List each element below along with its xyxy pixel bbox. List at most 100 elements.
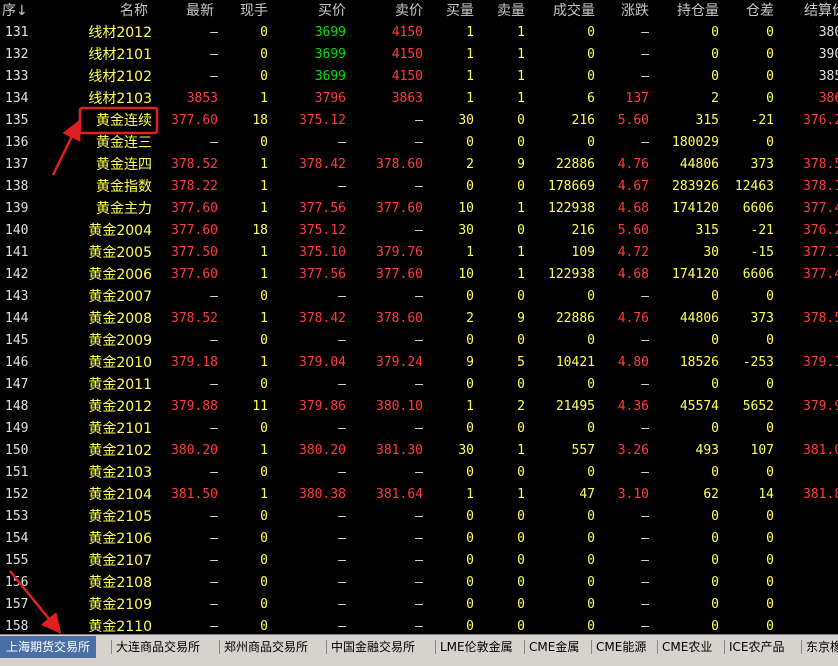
table-row[interactable]: 145黄金2009—0——000—00— — [0, 330, 838, 352]
row-seq: 134 — [5, 91, 29, 106]
header-oi-diff[interactable]: 仓差 — [719, 0, 774, 22]
row-change: 5.60 — [617, 113, 649, 128]
table-row[interactable]: 138 黄金指数 378.22 1 — — 0 0 178669 4.67 283926 12463 3… — [0, 176, 838, 198]
table-row[interactable]: 148 黄金2012 379.88 11 379.86 380.10 1 2 21495 4.36… — [0, 396, 838, 418]
row-oi-diff: 0 — [766, 619, 774, 634]
table-row[interactable]: 136黄金连三—0——000—1800290— — [0, 132, 838, 154]
header-ask[interactable]: 卖价 — [346, 0, 423, 22]
header-bid[interactable]: 买价 — [268, 0, 346, 22]
row-settle: 3864 — [818, 91, 838, 106]
header-name[interactable]: 名称 — [80, 0, 148, 22]
row-ask-qty: 1 — [517, 47, 525, 62]
table-row[interactable]: 143黄金2007—0——000—00— — [0, 286, 838, 308]
row-name: 黄金指数 — [96, 179, 152, 195]
exchange-tab-7[interactable]: CME能源 — [596, 637, 646, 657]
row-cur: 18 — [252, 223, 268, 238]
row-bid-qty: 1 — [466, 47, 474, 62]
header-change[interactable]: 涨跌 — [595, 0, 649, 22]
header-cur[interactable]: 现手 — [218, 0, 268, 22]
table-row[interactable]: 147黄金2011—0——000—00— — [0, 374, 838, 396]
row-ask-qty: 1 — [517, 69, 525, 84]
exchange-tab-2[interactable]: 大连商品交易所 — [116, 637, 200, 657]
row-change: — — [641, 333, 649, 348]
row-ask: 379.76 — [376, 245, 423, 260]
row-bid-qty: 1 — [466, 245, 474, 260]
row-last: — — [210, 289, 218, 304]
table-row[interactable]: 134 线材2103 3853 1 3796 3863 1 1 6 137 2 0 3864 — [0, 88, 838, 110]
row-bid: — — [338, 597, 346, 612]
table-row[interactable]: 139 黄金主力 377.60 1 377.56 377.60 10 1 122938 4.68 1… — [0, 198, 838, 220]
table-row[interactable]: 151黄金2103—0——000—00— — [0, 462, 838, 484]
row-cur: 0 — [260, 421, 268, 436]
table-row[interactable]: 158黄金2110—0——000—00— — [0, 616, 838, 634]
exchange-tab-4[interactable]: 中国金融交易所 — [331, 637, 415, 657]
row-cur: 1 — [260, 487, 268, 502]
row-cur: 0 — [260, 553, 268, 568]
row-name: 黄金2004 — [88, 223, 152, 239]
header-bid-qty[interactable]: 买量 — [423, 0, 474, 22]
row-oi-diff: 373 — [750, 157, 774, 172]
row-oi: 44806 — [679, 157, 719, 172]
header-seq[interactable]: 序↓ — [2, 0, 42, 22]
exchange-tab-9[interactable]: ICE农产品 — [729, 637, 785, 657]
exchange-tab-5[interactable]: LME伦敦金属 — [440, 637, 513, 657]
table-row[interactable]: 137 黄金连四 378.52 1 378.42 378.60 2 9 22886 4.76 448… — [0, 154, 838, 176]
row-settle: 381.84 — [803, 487, 838, 502]
header-volume[interactable]: 成交量 — [525, 0, 595, 22]
row-volume: 0 — [587, 619, 595, 634]
table-row[interactable]: 155黄金2107—0——000—00— — [0, 550, 838, 572]
exchange-tab-10[interactable]: 东京橡 — [806, 637, 838, 657]
row-last: 377.60 — [171, 223, 218, 238]
row-oi-diff: 0 — [766, 47, 774, 62]
row-volume: 0 — [587, 465, 595, 480]
table-row[interactable]: 135 黄金连续 377.60 18 375.12 — 30 0 216 5.60 315 -21 37… — [0, 110, 838, 132]
table-row[interactable]: 153黄金2105—0——000—00— — [0, 506, 838, 528]
table-row[interactable]: 140 黄金2004 377.60 18 375.12 — 30 0 216 5.60 315 -21… — [0, 220, 838, 242]
table-row[interactable]: 154黄金2106—0——000—00— — [0, 528, 838, 550]
row-seq: 147 — [5, 377, 29, 392]
row-cur: 0 — [260, 135, 268, 150]
row-bid-qty: 0 — [466, 465, 474, 480]
header-oi[interactable]: 持仓量 — [649, 0, 719, 22]
header-last[interactable]: 最新 — [152, 0, 214, 22]
row-last: — — [210, 421, 218, 436]
header-settle[interactable]: 结算价 — [774, 0, 838, 22]
row-ask: — — [415, 575, 423, 590]
exchange-tab-1[interactable]: 上海期货交易所 — [0, 636, 97, 658]
row-settle: 3853 — [818, 69, 838, 84]
table-row[interactable]: 156黄金2108—0——000—00— — [0, 572, 838, 594]
exchange-tab-8[interactable]: CME农业 — [662, 637, 712, 657]
row-oi: 62 — [703, 487, 719, 502]
row-change: — — [641, 619, 649, 634]
table-row[interactable]: 146 黄金2010 379.18 1 379.04 379.24 9 5 10421 4.80 1… — [0, 352, 838, 374]
row-name: 黄金2102 — [88, 443, 152, 459]
table-row[interactable]: 141 黄金2005 377.50 1 375.10 379.76 1 1 109 4.72 30 -… — [0, 242, 838, 264]
row-cur: 0 — [260, 575, 268, 590]
row-ask: — — [415, 597, 423, 612]
row-settle: 3909 — [818, 47, 838, 62]
table-row[interactable]: 133 线材2102 — 0 3699 4150 1 1 0 — 0 0 3853 — [0, 66, 838, 88]
row-volume: 0 — [587, 25, 595, 40]
table-row[interactable]: 131 线材2012 — 0 3699 4150 1 1 0 — 0 0 3809 — [0, 22, 838, 44]
tab-separator — [219, 640, 220, 654]
row-seq: 133 — [5, 69, 29, 84]
row-ask: 381.30 — [376, 443, 423, 458]
table-row[interactable]: 150 黄金2102 380.20 1 380.20 381.30 30 1 557 3.26 49… — [0, 440, 838, 462]
row-cur: 1 — [260, 311, 268, 326]
row-change: — — [641, 25, 649, 40]
exchange-tab-3[interactable]: 郑州商品交易所 — [224, 637, 308, 657]
table-row[interactable]: 144 黄金2008 378.52 1 378.42 378.60 2 9 22886 4.76 4… — [0, 308, 838, 330]
row-oi: 493 — [695, 443, 719, 458]
table-row[interactable]: 132 线材2101 — 0 3699 4150 1 1 0 — 0 0 3909 — [0, 44, 838, 66]
table-row[interactable]: 149黄金2101—0——000—00— — [0, 418, 838, 440]
table-row[interactable]: 142 黄金2006 377.60 1 377.56 377.60 10 1 122938 4.6… — [0, 264, 838, 286]
row-change: 137 — [625, 91, 649, 106]
table-row[interactable]: 152 黄金2104 381.50 1 380.38 381.64 1 1 47 3.10 62 14… — [0, 484, 838, 506]
row-oi: 0 — [711, 553, 719, 568]
exchange-tab-6[interactable]: CME金属 — [529, 637, 579, 657]
row-settle: 378.56 — [803, 157, 838, 172]
table-row[interactable]: 157黄金2109—0——000—00— — [0, 594, 838, 616]
header-ask-qty[interactable]: 卖量 — [474, 0, 525, 22]
row-name: 黄金连四 — [96, 157, 152, 173]
row-settle: 377.42 — [803, 267, 838, 282]
